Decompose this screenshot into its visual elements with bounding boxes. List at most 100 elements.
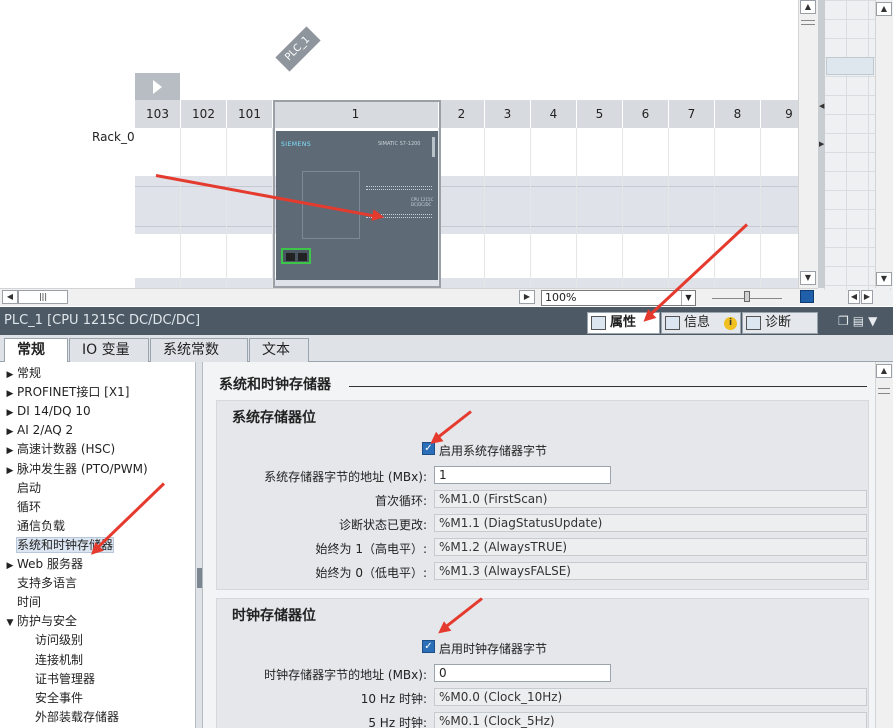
tab-diagnostics-label: 诊断 <box>765 315 792 330</box>
nav-item[interactable]: ▶ Web 服务器 <box>0 555 83 574</box>
field-label: 时钟存储器字节的地址 (MBx): <box>264 668 427 682</box>
nav-item[interactable]: 证书管理器 <box>0 670 95 689</box>
scroll-thumb[interactable]: ||| <box>18 290 68 304</box>
system-memory-address-input[interactable]: 1 <box>434 466 611 484</box>
nav-item[interactable]: ▼ 防护与安全 <box>0 612 77 631</box>
scroll-down-icon[interactable]: ▼ <box>876 272 892 286</box>
nav-item-label: 常规 <box>17 366 42 380</box>
tab-general[interactable]: 常规 <box>4 338 68 363</box>
rack-slot[interactable] <box>439 128 485 288</box>
checkbox-label: 启用系统存储器字节 <box>439 444 548 458</box>
profinet-port-icon[interactable] <box>281 248 311 264</box>
collapse-left-icon[interactable]: ◀ <box>819 102 824 110</box>
scroll-up-icon[interactable]: ▲ <box>876 2 892 16</box>
device-view-horizontal-scrollbar[interactable]: ◀ ||| ▶ 100% ▼ <box>0 288 818 306</box>
zoom-slider-thumb[interactable] <box>744 291 750 302</box>
properties-icon <box>591 316 606 330</box>
rack-slot[interactable] <box>181 128 227 288</box>
nav-item[interactable]: 循环 <box>0 498 41 517</box>
list-icon[interactable]: ▤ <box>853 314 868 328</box>
rack-slot[interactable] <box>715 128 761 288</box>
scroll-right-icon[interactable]: ▶ <box>861 290 873 304</box>
tab-texts[interactable]: 文本 <box>249 338 309 362</box>
fit-view-icon[interactable] <box>800 290 814 303</box>
scroll-left-icon[interactable]: ◀ <box>2 290 18 304</box>
nav-item[interactable]: ▶ DI 14/DQ 10 <box>0 402 91 421</box>
slot-header: 103 102 101 1 2 3 4 5 6 7 8 9 <box>135 100 818 128</box>
readonly-field: %M1.2 (AlwaysTRUE) <box>434 538 867 556</box>
slot-number: 101 <box>227 100 273 128</box>
clock-memory-address-input[interactable]: 0 <box>434 664 611 682</box>
tab-system-constants[interactable]: 系统常数 <box>150 338 248 362</box>
float-window-icon[interactable]: ❐ <box>838 314 853 328</box>
nav-item[interactable]: 通信负载 <box>0 517 65 536</box>
rack-slot[interactable] <box>135 128 181 288</box>
nav-item[interactable]: ▶ 常规 <box>0 364 41 383</box>
rack-slot[interactable] <box>669 128 715 288</box>
pane-splitter[interactable] <box>196 362 203 728</box>
rack-slot[interactable] <box>531 128 577 288</box>
cpu-module[interactable]: SIEMENS SIMATIC S7-1200 CPU 1215C DC/DC/… <box>276 131 438 280</box>
slot-number: 4 <box>531 100 577 128</box>
nav-item-label: 支持多语言 <box>17 576 78 591</box>
nav-item-label: 时间 <box>17 595 42 610</box>
expand-rack-button[interactable] <box>135 73 180 100</box>
chevron-down-icon[interactable]: ▼ <box>681 291 695 305</box>
nav-item[interactable]: ▶ PROFINET接口 [X1] <box>0 383 130 402</box>
slot-number: 102 <box>181 100 227 128</box>
field-label: 诊断状态已更改: <box>338 518 427 532</box>
info-icon <box>665 316 680 330</box>
device-view[interactable]: PLC_1 103 102 101 1 2 3 4 5 6 7 8 9 Rack_0 SIEMENS … <box>0 0 818 288</box>
rack-slot[interactable] <box>623 128 669 288</box>
tab-diagnostics[interactable]: 诊断 <box>742 312 818 334</box>
field-label: 5 Hz 时钟: <box>368 716 427 728</box>
system-memory-group: 系统存储器位 ✓ 启用系统存储器字节 系统存储器字节的地址 (MBx): 1 首… <box>216 400 869 590</box>
readonly-field: %M1.0 (FirstScan) <box>434 490 867 508</box>
nav-item[interactable]: ▶ AI 2/AQ 2 <box>0 421 74 440</box>
nav-item-label: 循环 <box>17 499 42 514</box>
nav-item[interactable]: 安全事件 <box>0 689 83 708</box>
device-view-vertical-scrollbar[interactable]: ▲ ▼ <box>798 0 818 288</box>
nav-item[interactable]: ▶ 脉冲发生器 (PTO/PWM) <box>0 460 148 479</box>
scroll-down-icon[interactable]: ▼ <box>800 271 816 285</box>
scroll-up-icon[interactable]: ▲ <box>876 364 892 378</box>
chevron-down-icon[interactable]: ▼ <box>868 314 881 328</box>
rack-slot[interactable] <box>577 128 623 288</box>
scroll-grip-icon <box>801 20 815 25</box>
rack-slot[interactable] <box>227 128 273 288</box>
nav-item[interactable]: 访问级别 <box>0 631 83 650</box>
readonly-field: %M0.0 (Clock_10Hz) <box>434 688 867 706</box>
nav-item-label: Web 服务器 <box>17 557 83 571</box>
slot-number: 3 <box>485 100 531 128</box>
nav-item[interactable]: 时间 <box>0 593 41 612</box>
readonly-field: %M1.3 (AlwaysFALSE) <box>434 562 867 580</box>
nav-item[interactable]: 外部装载存储器 <box>0 708 119 727</box>
enable-clock-memory-checkbox[interactable]: ✓ <box>422 640 435 653</box>
plc-name-tag[interactable]: PLC_1 <box>275 26 321 72</box>
content-vertical-scrollbar[interactable]: ▲ <box>875 362 893 728</box>
overview-hscroll[interactable]: ◀ ▶ <box>848 290 874 304</box>
slot-number: 103 <box>135 100 181 128</box>
overview-splitter[interactable]: ◀ ▶ <box>818 0 825 288</box>
splitter-grip-icon[interactable] <box>197 568 202 588</box>
nav-item-label: AI 2/AQ 2 <box>17 423 74 438</box>
nav-item[interactable]: 连接机制 <box>0 651 83 670</box>
scroll-right-icon[interactable]: ▶ <box>519 290 535 304</box>
collapse-right-icon[interactable]: ▶ <box>819 140 824 148</box>
readonly-field: %M0.1 (Clock_5Hz) <box>434 712 867 728</box>
nav-item[interactable]: 支持多语言 <box>0 574 77 593</box>
overview-vertical-scrollbar[interactable]: ▲ ▼ <box>875 0 892 288</box>
scroll-up-icon[interactable]: ▲ <box>800 0 816 14</box>
group-title: 时钟存储器位 <box>232 608 316 624</box>
nav-item[interactable]: 启动 <box>0 479 41 498</box>
slot-number: 5 <box>577 100 623 128</box>
nav-item[interactable]: ▶ 高速计数器 (HSC) <box>0 440 116 459</box>
scroll-left-icon[interactable]: ◀ <box>848 290 860 304</box>
nav-item-label: 脉冲发生器 (PTO/PWM) <box>17 461 148 476</box>
rack-slot[interactable] <box>485 128 531 288</box>
tab-info-label: 信息 <box>684 315 711 330</box>
tab-io-tags[interactable]: IO 变量 <box>69 338 149 362</box>
window-controls[interactable]: ❐▤▼ <box>838 314 881 328</box>
checkbox-label: 启用时钟存储器字节 <box>439 642 548 656</box>
overview-viewport-marker[interactable] <box>826 57 874 75</box>
